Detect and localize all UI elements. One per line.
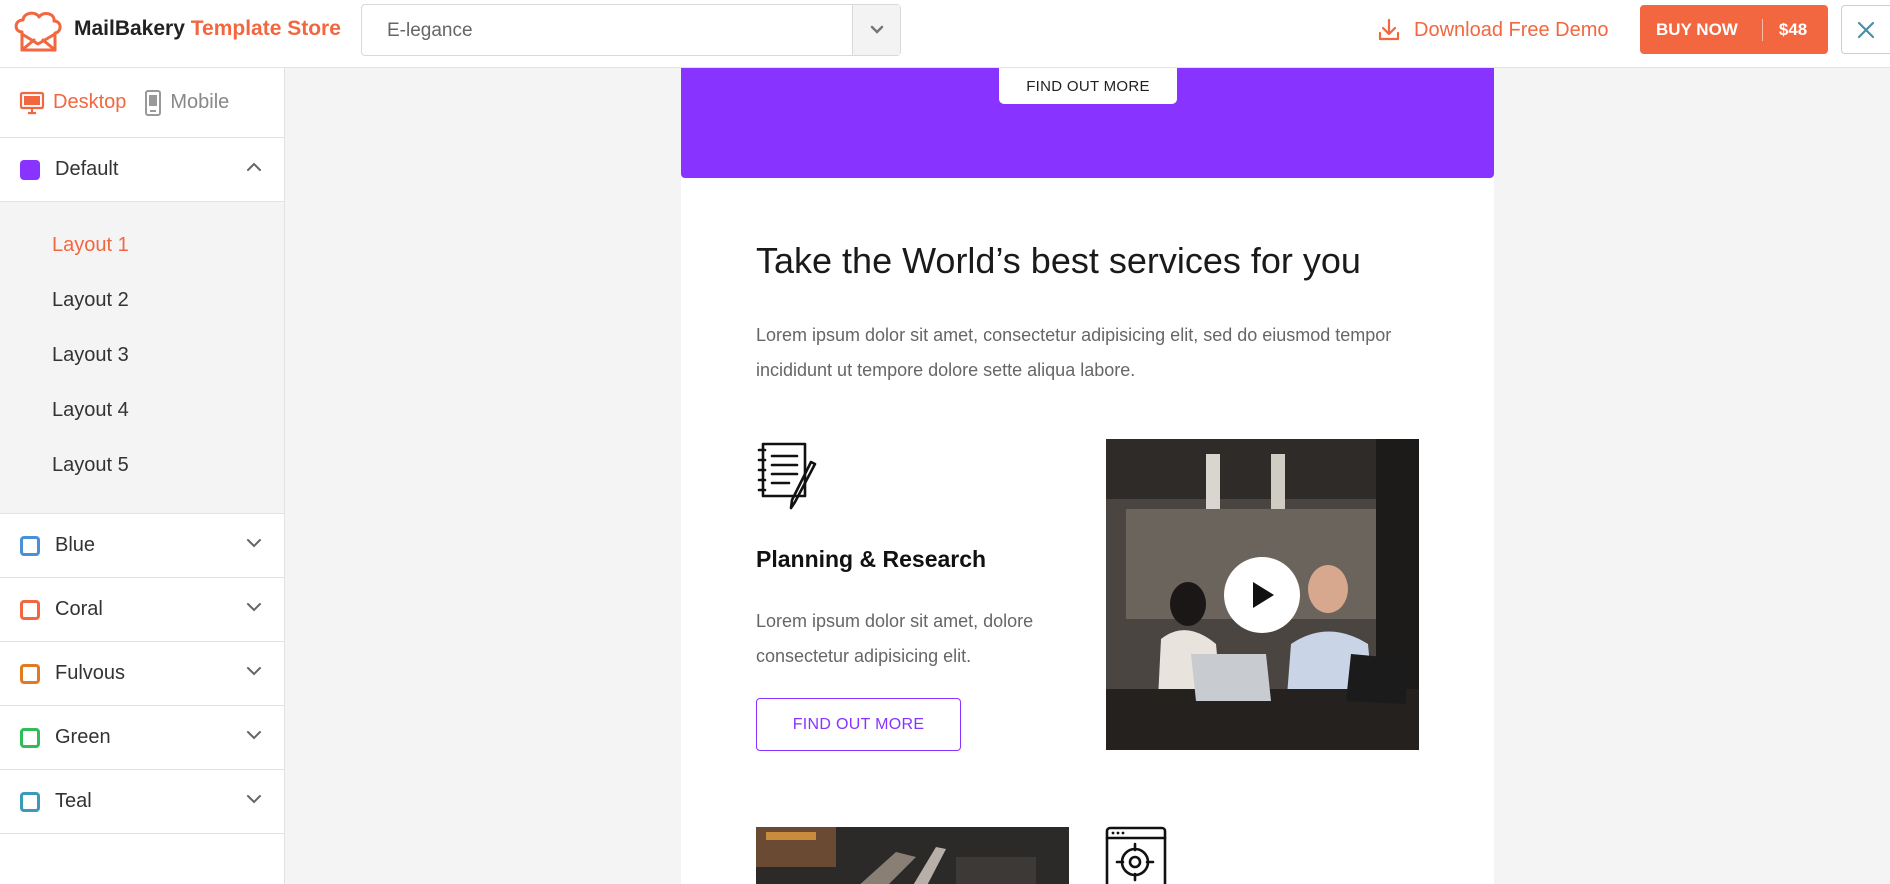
chevron-up-icon [247,162,261,171]
theme-swatch [20,663,40,684]
buy-now-button[interactable]: BUY NOW $48 [1640,5,1828,54]
chevron-down-icon [247,539,261,548]
template-select-toggle[interactable] [852,5,900,55]
email-canvas: FIND OUT MORE Take the World’s best serv… [681,68,1494,884]
download-demo-link[interactable]: Download Free Demo [1378,15,1609,45]
theme-swatch [20,727,40,748]
theme-blue[interactable]: Blue [0,514,284,578]
theme-swatch [20,159,40,180]
hero-find-out-more-button[interactable]: FIND OUT MORE [999,68,1177,104]
chevron-down-icon [247,731,261,740]
theme-swatch [20,599,40,620]
price-label: $48 [1778,19,1808,39]
second-feature-photo [756,827,1069,884]
chevron-down-icon [247,795,261,804]
mobile-icon [145,89,162,116]
chevron-down-icon [247,667,261,676]
theme-label: Fulvous [55,662,126,684]
download-icon [1378,18,1400,41]
theme-label: Coral [55,598,103,620]
theme-label: Default [55,158,119,180]
feature-description: Lorem ipsum dolor sit amet, dolore conse… [756,611,1034,666]
chevron-down-icon [247,603,261,612]
mailbakery-logo[interactable] [12,10,64,58]
buy-now-label: BUY NOW [1656,19,1738,39]
play-icon [1253,582,1274,608]
section-description: Lorem ipsum dolor sit amet, consectetur … [756,325,1392,380]
desktop-icon [19,91,45,114]
template-select-value: E-legance [387,20,473,41]
theme-label: Teal [55,790,92,812]
theme-teal[interactable]: Teal [0,770,284,834]
second-feature-image [756,827,1069,884]
feature-find-out-more-button[interactable]: FIND OUT MORE [756,698,961,751]
browser-target-icon [1105,826,1167,884]
hero-banner: FIND OUT MORE [681,68,1494,178]
device-switcher: Desktop Mobile [0,68,284,138]
device-mobile-label: Mobile [170,91,230,113]
layout-item-3[interactable]: Layout 3 [0,328,284,383]
sidebar: Desktop Mobile Default Layout 1 Layout 2… [0,68,285,884]
layout-item-2[interactable]: Layout 2 [0,273,284,328]
brand-title[interactable]: MailBakery Template Store [74,17,341,41]
chevron-down-icon [870,25,883,34]
section-title: Take the World’s best services for you [756,240,1361,281]
theme-default[interactable]: Default [0,138,284,202]
download-demo-label: Download Free Demo [1414,18,1609,41]
theme-swatch [20,791,40,812]
theme-green[interactable]: Green [0,706,284,770]
layout-item-4[interactable]: Layout 4 [0,383,284,438]
top-bar: MailBakery Template Store E-legance Down… [0,0,1890,68]
device-desktop-label: Desktop [53,91,127,113]
buy-divider [1761,18,1763,41]
device-desktop[interactable]: Desktop [19,91,126,115]
template-preview: FIND OUT MORE Take the World’s best serv… [286,68,1890,884]
theme-label: Blue [55,534,96,556]
layout-list: Layout 1 Layout 2 Layout 3 Layout 4 Layo… [0,202,284,514]
theme-coral[interactable]: Coral [0,578,284,642]
document-pen-icon [757,442,817,510]
close-icon [1857,21,1875,38]
play-button[interactable] [1224,557,1300,633]
video-thumbnail[interactable] [1106,439,1419,750]
layout-item-1[interactable]: Layout 1 [0,218,284,273]
theme-fulvous[interactable]: Fulvous [0,642,284,706]
layout-item-5[interactable]: Layout 5 [0,438,284,493]
template-select[interactable]: E-legance [361,4,901,56]
theme-swatch [20,535,40,556]
device-mobile[interactable]: Mobile [144,89,229,117]
close-button[interactable] [1841,5,1890,54]
brand-name: MailBakery [74,17,185,40]
feature-title: Planning & Research [756,546,987,572]
theme-label: Green [55,726,111,748]
brand-suffix: Template Store [190,17,341,40]
